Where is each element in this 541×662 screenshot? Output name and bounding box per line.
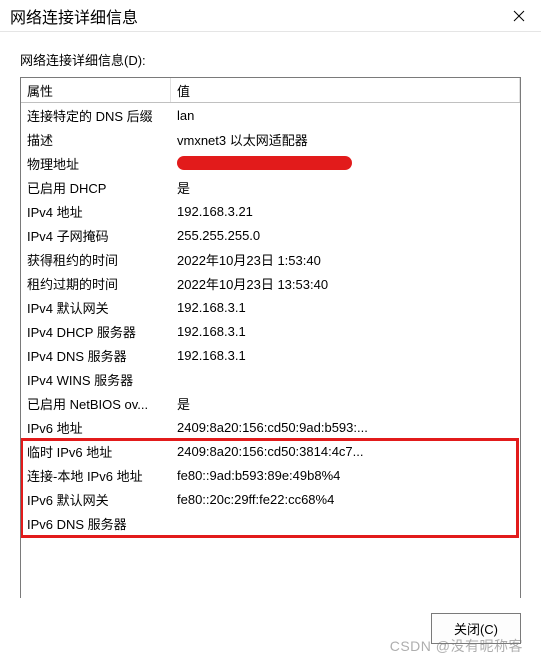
property-cell: 描述	[21, 130, 171, 149]
value-cell: vmxnet3 以太网适配器	[171, 130, 520, 149]
value-cell: 192.168.3.1	[171, 324, 520, 339]
table-row[interactable]: IPv6 DNS 服务器	[21, 511, 520, 535]
property-cell: 已启用 NetBIOS ov...	[21, 394, 171, 413]
value-cell: fe80::9ad:b593:89e:49b8%4	[171, 468, 520, 483]
property-cell: 物理地址	[21, 154, 171, 173]
property-cell: IPv6 默认网关	[21, 490, 171, 509]
value-cell: 192.168.3.1	[171, 300, 520, 315]
value-cell: 2409:8a20:156:cd50:3814:4c7...	[171, 444, 520, 459]
value-cell: 是	[171, 394, 520, 413]
table-row[interactable]: 物理地址	[21, 151, 520, 175]
details-table: 属性 值 连接特定的 DNS 后缀lan描述vmxnet3 以太网适配器物理地址…	[20, 77, 521, 598]
section-label: 网络连接详细信息(D):	[20, 50, 521, 69]
property-cell: 连接-本地 IPv6 地址	[21, 466, 171, 485]
property-cell: 临时 IPv6 地址	[21, 442, 171, 461]
table-row[interactable]: 已启用 NetBIOS ov...是	[21, 391, 520, 415]
redacted-bar	[177, 156, 352, 170]
property-cell: 已启用 DHCP	[21, 178, 171, 197]
table-row[interactable]: 已启用 DHCP是	[21, 175, 520, 199]
property-cell: IPv4 DHCP 服务器	[21, 322, 171, 341]
value-cell: 2409:8a20:156:cd50:9ad:b593:...	[171, 420, 520, 435]
window-title: 网络连接详细信息	[10, 4, 138, 28]
property-cell: IPv4 子网掩码	[21, 226, 171, 245]
table-row[interactable]: IPv4 地址192.168.3.21	[21, 199, 520, 223]
table-row[interactable]: 连接特定的 DNS 后缀lan	[21, 103, 520, 127]
value-cell: 255.255.255.0	[171, 228, 520, 243]
dialog-footer: 关闭(C)	[431, 613, 521, 644]
value-cell: 2022年10月23日 1:53:40	[171, 250, 520, 269]
table-row[interactable]: IPv6 地址2409:8a20:156:cd50:9ad:b593:...	[21, 415, 520, 439]
value-cell: 是	[171, 178, 520, 197]
value-cell: 192.168.3.21	[171, 204, 520, 219]
property-cell: IPv4 地址	[21, 202, 171, 221]
property-cell: IPv4 DNS 服务器	[21, 346, 171, 365]
value-cell: fe80::20c:29ff:fe22:cc68%4	[171, 492, 520, 507]
table-row[interactable]: IPv4 DHCP 服务器192.168.3.1	[21, 319, 520, 343]
close-icon[interactable]	[496, 0, 541, 32]
titlebar: 网络连接详细信息	[0, 0, 541, 32]
table-row[interactable]: 临时 IPv6 地址2409:8a20:156:cd50:3814:4c7...	[21, 439, 520, 463]
property-cell: 连接特定的 DNS 后缀	[21, 106, 171, 125]
table-row[interactable]: 描述vmxnet3 以太网适配器	[21, 127, 520, 151]
property-cell: IPv4 WINS 服务器	[21, 370, 171, 389]
header-property[interactable]: 属性	[21, 78, 171, 102]
table-row[interactable]: 租约过期的时间2022年10月23日 13:53:40	[21, 271, 520, 295]
table-body: 连接特定的 DNS 后缀lan描述vmxnet3 以太网适配器物理地址已启用 D…	[21, 103, 520, 535]
property-cell: IPv6 DNS 服务器	[21, 514, 171, 533]
close-button[interactable]: 关闭(C)	[431, 613, 521, 644]
table-row[interactable]: IPv4 默认网关192.168.3.1	[21, 295, 520, 319]
value-cell	[171, 156, 520, 170]
content-area: 网络连接详细信息(D): 属性 值 连接特定的 DNS 后缀lan描述vmxne…	[0, 32, 541, 608]
table-row[interactable]: 获得租约的时间2022年10月23日 1:53:40	[21, 247, 520, 271]
property-cell: 获得租约的时间	[21, 250, 171, 269]
table-row[interactable]: IPv6 默认网关fe80::20c:29ff:fe22:cc68%4	[21, 487, 520, 511]
table-row[interactable]: IPv4 WINS 服务器	[21, 367, 520, 391]
table-row[interactable]: IPv4 子网掩码255.255.255.0	[21, 223, 520, 247]
value-cell: lan	[171, 108, 520, 123]
property-cell: 租约过期的时间	[21, 274, 171, 293]
value-cell: 2022年10月23日 13:53:40	[171, 274, 520, 293]
table-row[interactable]: 连接-本地 IPv6 地址fe80::9ad:b593:89e:49b8%4	[21, 463, 520, 487]
table-header: 属性 值	[21, 78, 520, 103]
header-value[interactable]: 值	[171, 78, 520, 102]
property-cell: IPv6 地址	[21, 418, 171, 437]
property-cell: IPv4 默认网关	[21, 298, 171, 317]
table-row[interactable]: IPv4 DNS 服务器192.168.3.1	[21, 343, 520, 367]
value-cell: 192.168.3.1	[171, 348, 520, 363]
